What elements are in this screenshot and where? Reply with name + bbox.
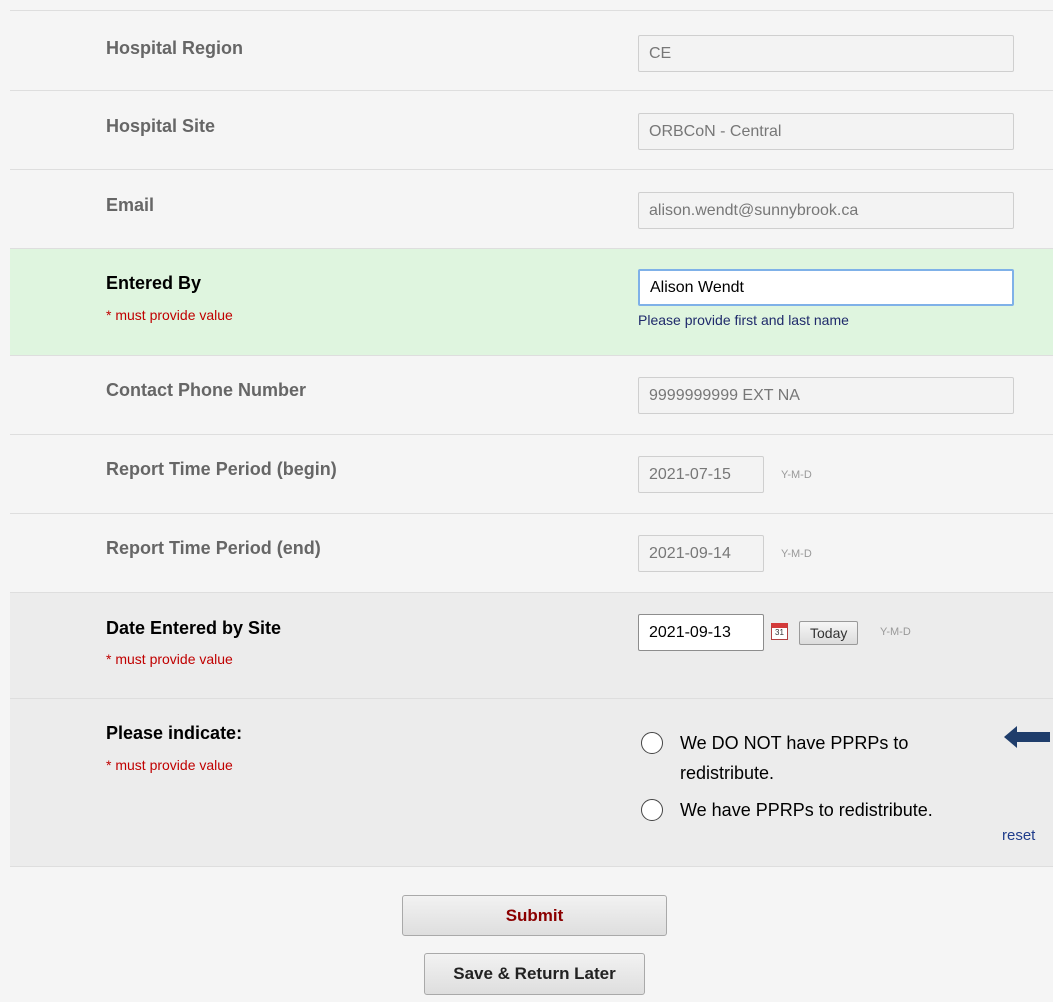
radio-have-pprps[interactable] — [641, 799, 663, 821]
row-date-entered: Date Entered by Site * must provide valu… — [10, 592, 1053, 698]
please-indicate-required-note: * must provide value — [106, 757, 233, 773]
calendar-icon[interactable]: 31 — [771, 623, 788, 640]
option-have-pprps-label[interactable]: We have PPRPs to redistribute. — [680, 797, 933, 823]
email-field: alison.wendt@sunnybrook.ca — [638, 192, 1014, 229]
row-email: Email alison.wendt@sunnybrook.ca — [10, 169, 1053, 248]
save-return-later-button[interactable]: Save & Return Later — [424, 953, 645, 995]
period-end-label: Report Time Period (end) — [106, 538, 321, 558]
entered-by-required-note: * must provide value — [106, 307, 233, 323]
option-no-pprps-line1[interactable]: We DO NOT have PPRPs to — [680, 730, 908, 756]
today-button[interactable]: Today — [799, 621, 859, 645]
option-no-pprps-line2[interactable]: redistribute. — [680, 760, 774, 786]
entered-by-input[interactable]: Alison Wendt — [638, 269, 1014, 306]
row-period-end: Report Time Period (end) 2021-09-14 Y-M-… — [10, 513, 1053, 592]
row-period-begin: Report Time Period (begin) 2021-07-15 Y-… — [10, 434, 1053, 513]
contact-phone-field: 9999999999 EXT NA — [638, 377, 1014, 414]
row-please-indicate: Please indicate: * must provide value We… — [10, 698, 1053, 866]
date-entered-required-note: * must provide value — [106, 651, 233, 667]
row-hospital-region: Hospital Region CE — [10, 10, 1053, 90]
hospital-region-field: CE — [638, 35, 1014, 72]
date-entered-format: Y-M-D — [880, 626, 911, 638]
entered-by-hint: Please provide first and last name — [638, 312, 849, 328]
period-begin-format: Y-M-D — [781, 469, 812, 481]
entered-by-label: Entered By — [106, 273, 202, 293]
period-begin-field: 2021-07-15 — [638, 456, 764, 493]
date-entered-label: Date Entered by Site — [106, 618, 282, 638]
arrow-left-icon — [1004, 726, 1050, 748]
submit-button[interactable]: Submit — [402, 895, 667, 936]
row-hospital-site: Hospital Site ORBCoN - Central — [10, 90, 1053, 169]
email-label: Email — [106, 195, 155, 215]
row-entered-by: Entered By * must provide value Alison W… — [10, 248, 1053, 355]
hospital-site-label: Hospital Site — [106, 116, 216, 136]
contact-phone-label: Contact Phone Number — [106, 380, 307, 400]
hospital-site-field: ORBCoN - Central — [638, 113, 1014, 150]
row-actions: Submit Save & Return Later — [10, 866, 1053, 1002]
period-end-format: Y-M-D — [781, 548, 812, 560]
radio-no-pprps[interactable] — [641, 732, 663, 754]
please-indicate-label: Please indicate: — [106, 723, 243, 743]
reset-link[interactable]: reset — [1002, 827, 1035, 844]
period-end-field: 2021-09-14 — [638, 535, 764, 572]
period-begin-label: Report Time Period (begin) — [106, 459, 337, 479]
row-contact-phone: Contact Phone Number 9999999999 EXT NA — [10, 355, 1053, 434]
survey-form: Hospital Region CE Hospital Site ORBCoN … — [10, 10, 1053, 1002]
hospital-region-label: Hospital Region — [106, 38, 244, 58]
date-entered-input[interactable]: 2021-09-13 — [638, 614, 764, 651]
